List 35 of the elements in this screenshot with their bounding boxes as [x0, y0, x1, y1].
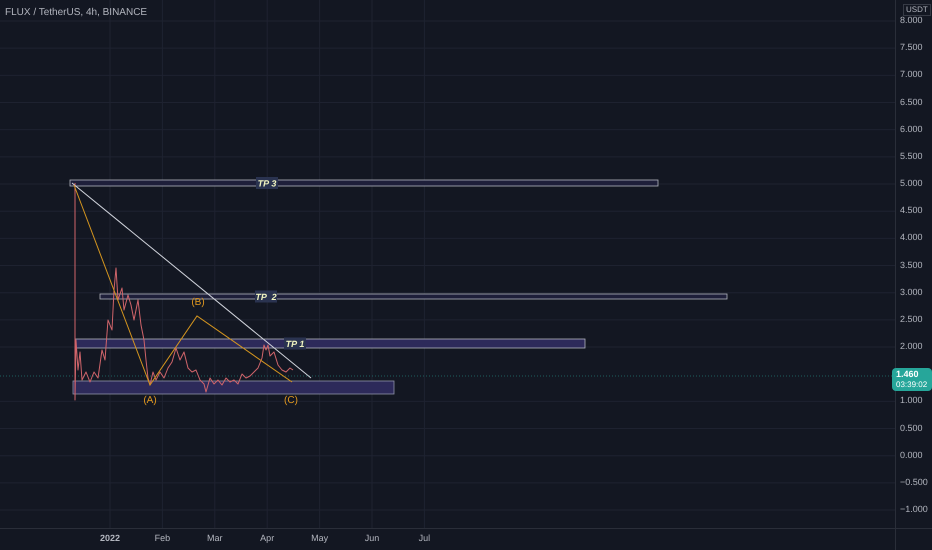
target-label: TP 2 — [255, 290, 277, 302]
time-axis-label: Apr — [260, 534, 274, 543]
time-axis-label: May — [311, 534, 328, 543]
wave-label: (C) — [284, 395, 298, 406]
price-axis-label: 8.000 — [900, 16, 923, 25]
time-axis-label: Feb — [154, 534, 170, 543]
price-axis-label: 3.500 — [900, 260, 923, 270]
target-label: TP 1 — [284, 338, 306, 350]
price-axis-label: −1.000 — [900, 505, 928, 514]
time-axis-label: Jun — [364, 534, 380, 543]
price-axis-label: 2.000 — [900, 342, 923, 352]
price-axis-label: 7.500 — [900, 43, 923, 52]
wave-label: (B) — [191, 297, 205, 308]
time-axis-label: Jul — [418, 534, 430, 543]
currency-unit-label: USDT — [903, 4, 931, 16]
price-axis-label: 4.500 — [900, 206, 923, 216]
candle-countdown: 03:39:02 — [896, 380, 928, 390]
price-axis-label: 5.000 — [900, 179, 923, 188]
last-price: 1.460 — [896, 369, 920, 380]
price-axis-label: 6.000 — [900, 124, 923, 134]
time-axis-label: 2022 — [100, 534, 120, 543]
price-axis-label: 2.500 — [900, 314, 923, 324]
price-axis-label: 0.500 — [900, 424, 923, 433]
target-label: TP 3 — [256, 177, 278, 189]
wave-label: (A) — [143, 395, 157, 406]
price-axis-label: 7.000 — [900, 70, 923, 80]
price-axis-label: 5.500 — [900, 152, 923, 161]
price-axis-label: −0.500 — [900, 478, 928, 487]
time-axis-label: Mar — [207, 534, 223, 543]
price-axis-label: 6.500 — [900, 98, 923, 106]
price-axis-label: 4.000 — [900, 233, 923, 242]
symbol-title: FLUX / TetherUS, 4h, BINANCE — [5, 6, 148, 20]
price-axis-label: 1.000 — [900, 396, 923, 406]
price-axis-label: 0.000 — [900, 450, 923, 460]
price-axis-label: 3.000 — [900, 288, 923, 297]
